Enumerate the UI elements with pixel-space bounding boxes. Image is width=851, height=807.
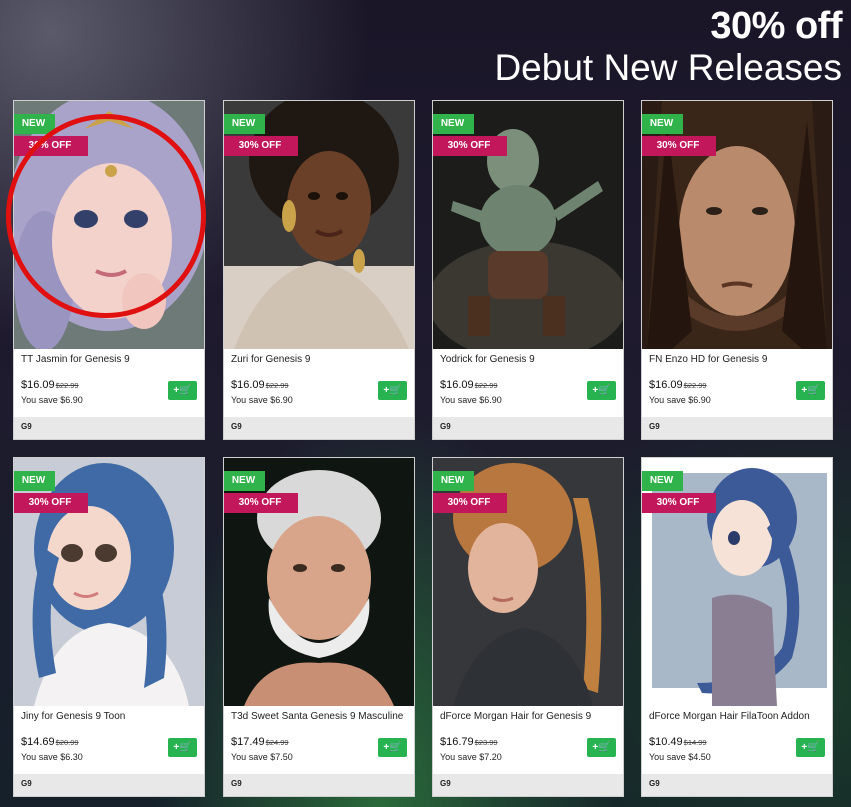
discount-badge: 30% OFF [224,136,298,156]
product-price: $16.09$22.99 [440,379,498,391]
sale-price: $16.09 [231,379,265,391]
tag-bar: G9 [224,417,414,439]
original-price: $22.99 [265,381,289,390]
discount-badge: 30% OFF [14,136,88,156]
savings-text: You save $6.90 [440,395,502,405]
new-badge: NEW [642,471,683,491]
original-price: $14.99 [683,738,707,747]
discount-badge: 30% OFF [433,493,507,513]
product-card[interactable]: NEW 30% OFF FN Enzo HD for Genesis 9 $16… [641,100,833,440]
product-card[interactable]: NEW 30% OFF TT Jasmin for Genesis 9 $16.… [13,100,205,440]
new-badge: NEW [433,114,474,134]
add-to-cart-button[interactable]: +🛒 [587,738,616,757]
sale-price: $16.79 [440,736,474,748]
cart-icon: +🛒 [383,742,402,753]
new-badge: NEW [224,471,265,491]
product-title[interactable]: Jiny for Genesis 9 Toon [21,711,201,722]
tag-bar: G9 [642,417,832,439]
cart-icon: +🛒 [801,385,820,396]
original-price: $22.99 [55,381,79,390]
product-card[interactable]: NEW 30% OFF Yodrick for Genesis 9 $16.09… [432,100,624,440]
savings-text: You save $4.50 [649,752,711,762]
savings-text: You save $6.90 [649,395,711,405]
product-card[interactable]: NEW 30% OFF T3d Sweet Santa Genesis 9 Ma… [223,457,415,797]
savings-text: You save $6.90 [231,395,293,405]
original-price: $22.99 [474,381,498,390]
discount-badge: 30% OFF [14,493,88,513]
product-title[interactable]: Zuri for Genesis 9 [231,354,411,365]
product-tag[interactable]: G9 [21,779,32,788]
product-price: $16.09$22.99 [21,379,79,391]
product-title[interactable]: T3d Sweet Santa Genesis 9 Masculine [231,711,411,722]
product-tag[interactable]: G9 [649,779,660,788]
add-to-cart-button[interactable]: +🛒 [378,381,407,400]
add-to-cart-button[interactable]: +🛒 [796,381,825,400]
sale-price: $17.49 [231,736,265,748]
tag-bar: G9 [14,774,204,796]
tag-bar: G9 [14,417,204,439]
tag-bar: G9 [433,417,623,439]
savings-text: You save $7.50 [231,752,293,762]
new-badge: NEW [224,114,265,134]
savings-text: You save $7.20 [440,752,502,762]
discount-badge: 30% OFF [224,493,298,513]
original-price: $24.99 [265,738,289,747]
product-price: $17.49$24.99 [231,736,289,748]
sale-price: $16.09 [649,379,683,391]
tag-bar: G9 [642,774,832,796]
sale-price: $16.09 [440,379,474,391]
product-tag[interactable]: G9 [231,422,242,431]
product-grid: NEW 30% OFF TT Jasmin for Genesis 9 $16.… [0,0,851,807]
product-price: $10.49$14.99 [649,736,707,748]
tag-bar: G9 [433,774,623,796]
product-title[interactable]: dForce Morgan Hair FilaToon Addon [649,711,829,722]
cart-icon: +🛒 [801,742,820,753]
sale-price: $10.49 [649,736,683,748]
product-card[interactable]: NEW 30% OFF dForce Morgan Hair FilaToon … [641,457,833,797]
product-price: $16.09$22.99 [231,379,289,391]
product-tag[interactable]: G9 [21,422,32,431]
discount-badge: 30% OFF [642,136,716,156]
product-title[interactable]: Yodrick for Genesis 9 [440,354,620,365]
product-card[interactable]: NEW 30% OFF Zuri for Genesis 9 $16.09$22… [223,100,415,440]
cart-icon: +🛒 [173,742,192,753]
original-price: $23.99 [474,738,498,747]
add-to-cart-button[interactable]: +🛒 [168,738,197,757]
product-tag[interactable]: G9 [231,779,242,788]
product-title[interactable]: dForce Morgan Hair for Genesis 9 [440,711,620,722]
add-to-cart-button[interactable]: +🛒 [378,738,407,757]
discount-badge: 30% OFF [433,136,507,156]
cart-icon: +🛒 [383,385,402,396]
savings-text: You save $6.90 [21,395,83,405]
cart-icon: +🛒 [592,385,611,396]
product-tag[interactable]: G9 [440,422,451,431]
new-badge: NEW [14,114,55,134]
sale-price: $14.69 [21,736,55,748]
product-tag[interactable]: G9 [649,422,660,431]
product-card[interactable]: NEW 30% OFF Jiny for Genesis 9 Toon $14.… [13,457,205,797]
product-price: $14.69$20.99 [21,736,79,748]
sale-price: $16.09 [21,379,55,391]
discount-badge: 30% OFF [642,493,716,513]
original-price: $20.99 [55,738,79,747]
original-price: $22.99 [683,381,707,390]
new-badge: NEW [433,471,474,491]
product-tag[interactable]: G9 [440,779,451,788]
product-price: $16.79$23.99 [440,736,498,748]
product-title[interactable]: FN Enzo HD for Genesis 9 [649,354,829,365]
product-title[interactable]: TT Jasmin for Genesis 9 [21,354,201,365]
product-price: $16.09$22.99 [649,379,707,391]
new-badge: NEW [14,471,55,491]
add-to-cart-button[interactable]: +🛒 [796,738,825,757]
savings-text: You save $6.30 [21,752,83,762]
new-badge: NEW [642,114,683,134]
add-to-cart-button[interactable]: +🛒 [587,381,616,400]
product-card[interactable]: NEW 30% OFF dForce Morgan Hair for Genes… [432,457,624,797]
tag-bar: G9 [224,774,414,796]
cart-icon: +🛒 [592,742,611,753]
cart-icon: +🛒 [173,385,192,396]
add-to-cart-button[interactable]: +🛒 [168,381,197,400]
